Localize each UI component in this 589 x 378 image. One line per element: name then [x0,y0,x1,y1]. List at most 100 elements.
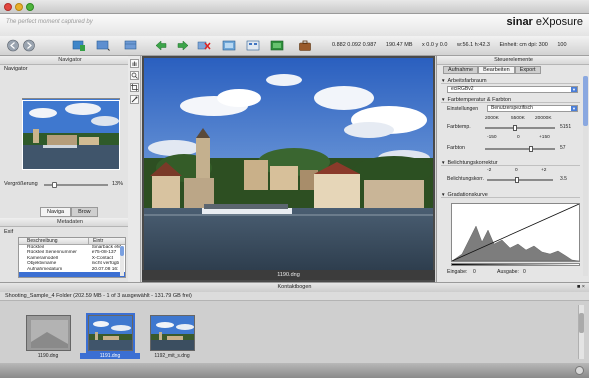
zoom-slider[interactable] [44,182,108,188]
ausgabe-label: Ausgabe: [497,269,519,275]
brand-bar: The perfect moment captured by sinar eXp… [0,14,589,36]
control-panel-title: Steuerelemente [437,56,589,65]
navigator-tabs: Naviga Brow [40,207,98,217]
section-arbeitsfarbraum-label: Arbeitsfarbraum [447,78,487,84]
section-gradationskurve[interactable]: Gradationskurve [441,191,580,198]
exif-table[interactable]: Beschreibung Eintr Rückteil Sinarback eM … [18,237,126,278]
arrow-right-icon[interactable] [176,39,190,52]
tab-aufnahme[interactable]: Aufnahme [443,66,479,74]
delete-icon[interactable] [197,39,211,52]
panel-close-icon[interactable]: ■ × [577,284,585,290]
section-arbeitsfarbraum[interactable]: Arbeitsfarbraum [441,77,580,84]
exif-scroll-thumb[interactable] [120,246,124,256]
farbtemp-value[interactable]: 5151 [560,124,571,130]
farbtemp-slider[interactable] [485,125,555,131]
section-belichtung-label: Belichtungskorrektur [447,160,498,166]
contact-sheet-scroll-thumb[interactable] [579,313,584,333]
exposure-value[interactable]: 3.5 [560,176,567,182]
main-photo[interactable] [144,58,433,270]
curve-editor[interactable] [451,203,580,262]
import-icon[interactable] [72,39,86,52]
control-scrollbar[interactable] [583,76,588,276]
exp-tick-min: -2 [487,168,492,173]
navigator-label: Navigator [4,66,28,72]
farbton-slider[interactable] [485,146,555,152]
exif-col-entry[interactable]: Eintr [89,238,103,244]
hand-icon[interactable] [130,59,139,68]
minimize-window-button[interactable] [15,3,23,11]
close-window-button[interactable] [4,3,12,11]
navigator-title: Navigator [0,56,140,65]
brand-logo: sinar eXposure [507,16,583,28]
chevron-down-icon: ▼ [571,106,577,111]
einstellungen-label: Einstellungen [447,106,479,112]
navigator-viewport-frame[interactable] [22,100,120,170]
back-icon[interactable] [6,39,20,52]
zoom-window-button[interactable] [26,3,34,11]
tab-navigator[interactable]: Naviga [40,207,72,217]
section-farbtemperatur-label: Farbtemperatur & Farbton [447,97,512,103]
exposure-slider-knob[interactable] [515,177,519,183]
resize-grip-icon[interactable] [575,366,584,375]
readout-color: 0.882 0.092 0.987 [332,42,377,48]
tint-tick-min: -150 [487,135,497,140]
eyedropper-icon[interactable] [130,95,139,104]
temp-tick-min: 2000K [485,116,499,121]
image-viewer[interactable]: 1190.dng [142,56,435,282]
thumbnail-caption: 1190.dng [37,353,59,359]
crop-icon[interactable] [130,83,139,92]
contact-sheet-scrollbar[interactable] [578,305,584,359]
title-bar [0,0,589,14]
display-icon[interactable] [270,39,284,52]
tagline: The perfect moment captured by [6,19,93,25]
ausgabe-value[interactable]: 0 [523,269,526,275]
eingabe-value[interactable]: 0 [473,269,476,275]
exp-tick-mid: 0 [515,168,518,173]
tint-tick-max: +150 [539,135,550,140]
tint-tick-mid: 0 [517,135,520,140]
view-icon[interactable] [124,39,138,52]
farbtemp-slider-knob[interactable] [513,125,517,131]
briefcase-icon[interactable] [298,39,312,52]
zoom-label: Vergrößerung [4,181,38,187]
toolbar: 0.882 0.092 0.987 190.47 MB x 0.0 y 0.0 … [0,36,589,56]
eingabe-label: Eingabe: [447,269,468,275]
colorspace-select-value: eciRGBv2 [451,86,474,92]
forward-icon[interactable] [22,39,36,52]
gradient-bar [451,263,580,266]
exif-header: Beschreibung Eintr [19,238,125,245]
zoom-slider-knob[interactable] [52,182,57,188]
thumbnail-1191[interactable] [86,313,135,353]
colorspace-select[interactable]: eciRGBv2 ▼ [447,86,578,93]
farbtemp-label: Farbtemp. [447,124,471,130]
section-belichtung[interactable]: Belichtungskorrektur [441,159,580,166]
farbton-value[interactable]: 57 [560,145,566,151]
farbton-slider-knob[interactable] [529,146,533,152]
tab-browser[interactable]: Brow [71,207,98,217]
arrow-left-icon[interactable] [154,39,168,52]
app-window: The perfect moment captured by sinar eXp… [0,0,589,378]
table-row-selected[interactable] [19,271,125,277]
temp-tick-max: 20000K [535,116,552,121]
zoom-icon[interactable] [130,71,139,80]
compare-icon[interactable] [222,39,236,52]
control-panel: Steuerelemente Aufnahme Bearbeiten Expor… [436,56,589,282]
einstellungen-select[interactable]: Benutzerspezifisch ▼ [487,105,578,112]
readout-dimensions: w:56.1 h:42.3 [456,42,490,48]
farbton-label: Farbton [447,145,465,151]
thumbnail-caption-selected: 1191.dng [80,353,140,359]
tab-bearbeiten[interactable]: Bearbeiten [478,66,515,74]
section-farbtemperatur[interactable]: Farbtemperatur & Farbton [441,96,580,103]
thumbnail-1192[interactable] [150,315,195,351]
status-readout: 0.882 0.092 0.987 190.47 MB x 0.0 y 0.0 … [332,42,575,48]
layout-icon[interactable] [96,39,110,52]
temp-tick-mid: 5500K [511,116,525,121]
exif-scrollbar[interactable] [120,246,124,276]
tab-export[interactable]: Export [514,66,541,74]
control-scroll-thumb[interactable] [583,76,588,126]
exif-col-description[interactable]: Beschreibung [19,238,89,244]
chevron-down-icon: ▼ [571,87,577,92]
grid-icon[interactable] [246,39,260,52]
thumbnail-1190[interactable] [26,315,71,351]
exposure-slider[interactable] [487,177,553,183]
